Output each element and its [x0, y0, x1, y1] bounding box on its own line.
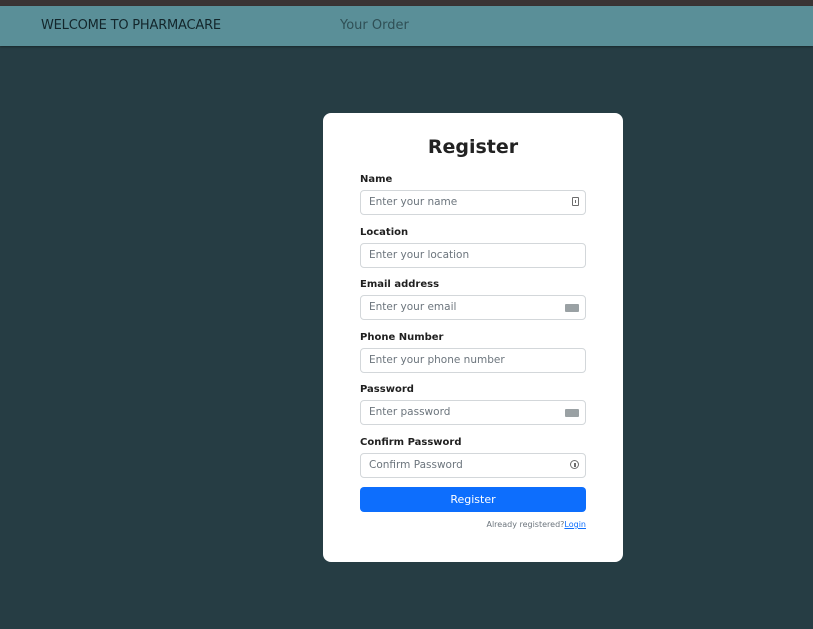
form-title: Register	[427, 136, 519, 158]
credit-card-icon	[565, 409, 579, 417]
nav-link-your-order[interactable]: Your Order	[340, 18, 409, 33]
login-link[interactable]: Login	[564, 520, 586, 529]
name-input[interactable]: Enter your name	[360, 190, 586, 215]
phone-placeholder: Enter your phone number	[369, 354, 505, 366]
brand-title[interactable]: WELCOME TO PHARMACARE	[41, 18, 221, 33]
credit-card-icon	[565, 304, 579, 312]
register-button[interactable]: Register	[360, 487, 586, 512]
password-label: Password	[360, 384, 414, 395]
location-input[interactable]: Enter your location	[360, 243, 586, 268]
key-icon	[570, 460, 579, 469]
confirm-password-input[interactable]: Confirm Password	[360, 453, 586, 478]
navbar: WELCOME TO PHARMACARE Your Order	[0, 6, 813, 46]
phone-input[interactable]: Enter your phone number	[360, 348, 586, 373]
password-placeholder: Enter password	[369, 406, 451, 418]
email-field: Email address Enter your email	[360, 278, 586, 320]
name-label: Name	[360, 174, 393, 185]
login-prompt: Already registered?Login	[486, 520, 586, 529]
name-placeholder: Enter your name	[369, 196, 458, 208]
password-input[interactable]: Enter password	[360, 400, 586, 425]
id-card-icon	[572, 197, 579, 206]
email-input[interactable]: Enter your email	[360, 295, 586, 320]
phone-field: Phone Number Enter your phone number	[360, 331, 586, 373]
password-field: Password Enter password	[360, 383, 586, 425]
email-label: Email address	[360, 279, 440, 290]
location-field: Location Enter your location	[360, 226, 586, 268]
already-registered-text: Already registered?	[486, 520, 565, 529]
confirm-password-label: Confirm Password	[360, 437, 462, 448]
location-label: Location	[360, 227, 409, 238]
location-placeholder: Enter your location	[369, 249, 470, 261]
confirm-password-placeholder: Confirm Password	[369, 459, 463, 471]
confirm-password-field: Confirm Password Confirm Password	[360, 436, 586, 478]
register-card: Register Name Enter your name Location E…	[323, 113, 623, 562]
phone-label: Phone Number	[360, 332, 444, 343]
email-placeholder: Enter your email	[369, 301, 457, 313]
name-field: Name Enter your name	[360, 173, 586, 215]
